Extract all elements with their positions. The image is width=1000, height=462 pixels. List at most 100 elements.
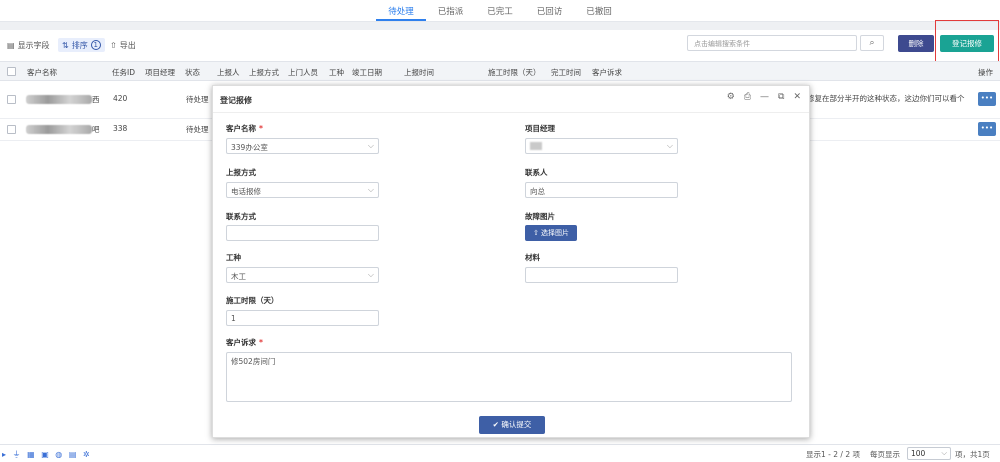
customer-name-redacted [26,125,92,134]
customer-name-redacted [26,95,92,104]
page-size-value: 100 [911,449,926,458]
tab-completed[interactable]: 已完工 [475,0,525,21]
export-button[interactable]: ⇧ 导出 [110,38,136,52]
col-trade[interactable]: 工种 [329,67,344,78]
range-text: 显示1 - 2 / 2 项 [806,450,860,459]
status: 待处理 [186,95,209,104]
material-input[interactable] [525,267,678,283]
row-action-button[interactable]: ••• [978,122,996,136]
col-status[interactable]: 状态 [185,67,200,78]
page-size-select[interactable]: 100 ⌵ [907,447,951,460]
sort-count-badge: 1 [90,40,101,50]
print-icon[interactable]: ⎙ [744,92,751,102]
pagination-footer: ▸ ⏚ ▦ ▣ ◍ ▤ ✲ 显示1 - 2 / 2 项 每页显示 100 ⌵ 项… [0,444,1000,462]
close-icon[interactable]: ✕ [793,92,801,102]
pm-value-redacted [530,142,542,150]
demand-label: 客户诉求 * [226,338,263,347]
footer-toolbar-icons[interactable]: ▸ ⏚ ▦ ▣ ◍ ▤ ✲ [2,449,92,460]
customer-name-suffix: 西 [92,95,100,104]
dialog-divider [213,112,809,113]
sort-icon: ⇅ [62,40,69,50]
col-demand[interactable]: 客户诉求 [592,67,622,78]
submit-label: 确认提交 [501,420,532,429]
minimize-icon[interactable]: — [760,92,769,102]
row-action-button[interactable]: ••• [978,92,996,106]
submit-button[interactable]: ✔ 确认提交 [479,416,545,434]
demand-text: 修复在部分半开的这种状态，这边你们可以看个 [807,94,965,103]
col-action: 操作 [978,68,993,77]
col-limit[interactable]: 施工时限（天） [488,67,541,78]
divider-band [0,22,1000,30]
chevron-down-icon: ⌵ [666,141,673,150]
col-visitor[interactable]: 上门人员 [288,67,318,78]
demand-textarea[interactable]: 修502房间门 [226,352,792,402]
sort-label: 排序 [71,40,88,50]
select-all-checkbox[interactable] [7,67,16,76]
status-tabs: 待处理 已指派 已完工 已回访 已撤回 [0,0,1000,22]
col-reporter[interactable]: 上报人 [217,67,240,78]
customer-label: 客户名称 * [226,124,263,133]
status: 待处理 [186,125,209,134]
customer-select[interactable]: 339办公室 ⌵ [226,138,379,154]
register-repair-dialog: 登记报修 ⚙ ⎙ — ⧉ ✕ 客户名称 * 339办公室 ⌵ 项目经理 ⌵ 上报方… [212,85,810,438]
tab-assigned[interactable]: 已指派 [426,0,476,21]
total-pages-text: 项，共1页 [955,450,990,459]
contact-info-input[interactable] [226,225,379,241]
fault-image-label: 故障图片 [525,212,555,221]
row-checkbox[interactable] [7,95,16,104]
trade-label: 工种 [226,253,241,262]
report-method-label: 上报方式 [226,168,256,177]
task-id: 338 [113,124,128,133]
upload-icon: ⇧ [110,40,117,50]
trade-value: 木工 [231,272,246,281]
customer-value: 339办公室 [231,143,268,152]
col-task-id[interactable]: 任务ID [112,67,135,78]
contact-input[interactable]: 向总 [525,182,678,198]
search-icon: ⌕ [869,38,875,48]
search-button[interactable]: ⌕ [860,35,884,51]
pm-select[interactable]: ⌵ [525,138,678,154]
toolbar: ▤ 显示字段 ⇅ 排序 1 ⇧ 导出 点击编辑搜索条件 ⌕ 删除 登记报修 [0,30,1000,58]
chevron-down-icon: ⌵ [367,270,374,279]
tab-revisited[interactable]: 已回访 [525,0,575,21]
chevron-down-icon: ⌵ [367,141,374,150]
export-label: 导出 [119,40,136,50]
search-input[interactable]: 点击编辑搜索条件 [687,35,857,51]
limit-input[interactable]: 1 [226,310,379,326]
show-fields-label: 显示字段 [17,40,50,50]
col-finish-date[interactable]: 竣工日期 [352,67,382,78]
trade-select[interactable]: 木工 ⌵ [226,267,379,283]
report-method-select[interactable]: 电话报修 ⌵ [226,182,379,198]
material-label: 材料 [525,253,540,262]
contact-info-label: 联系方式 [226,212,256,221]
delete-button[interactable]: 删除 [898,35,934,52]
choose-image-label: 选择图片 [541,229,570,237]
per-page-label: 每页显示 [870,450,900,459]
columns-icon: ▤ [7,40,15,50]
task-id: 420 [113,94,128,103]
dialog-controls: ⚙ ⎙ — ⧉ ✕ [727,92,801,102]
highlight-box [935,20,999,64]
sort-button[interactable]: ⇅ 排序 1 [58,38,105,52]
limit-label: 施工时限（天） [226,296,279,305]
tab-withdrawn[interactable]: 已撤回 [574,0,624,21]
col-report-method[interactable]: 上报方式 [249,67,279,78]
contact-label: 联系人 [525,168,548,177]
tab-pending[interactable]: 待处理 [376,0,426,21]
maximize-icon[interactable]: ⧉ [778,92,784,102]
report-method-value: 电话报修 [231,187,261,196]
dialog-title: 登记报修 [220,96,252,105]
col-report-time[interactable]: 上报时间 [404,67,434,78]
col-customer[interactable]: 客户名称 [27,67,57,78]
customer-name-suffix: 吧 [92,125,100,134]
settings-icon[interactable]: ⚙ [727,92,735,102]
chevron-down-icon: ⌵ [941,448,947,457]
row-checkbox[interactable] [7,125,16,134]
col-complete-time[interactable]: 完工时间 [551,67,581,78]
show-fields-button[interactable]: ▤ 显示字段 [7,38,50,52]
chevron-down-icon: ⌵ [367,185,374,194]
choose-image-button[interactable]: ⇧ 选择图片 [525,225,577,241]
col-pm[interactable]: 项目经理 [145,67,175,78]
upload-icon: ⇧ [532,229,539,237]
table-header: 客户名称 任务ID 项目经理 状态 上报人 上报方式 上门人员 工种 竣工日期 … [0,61,1000,81]
